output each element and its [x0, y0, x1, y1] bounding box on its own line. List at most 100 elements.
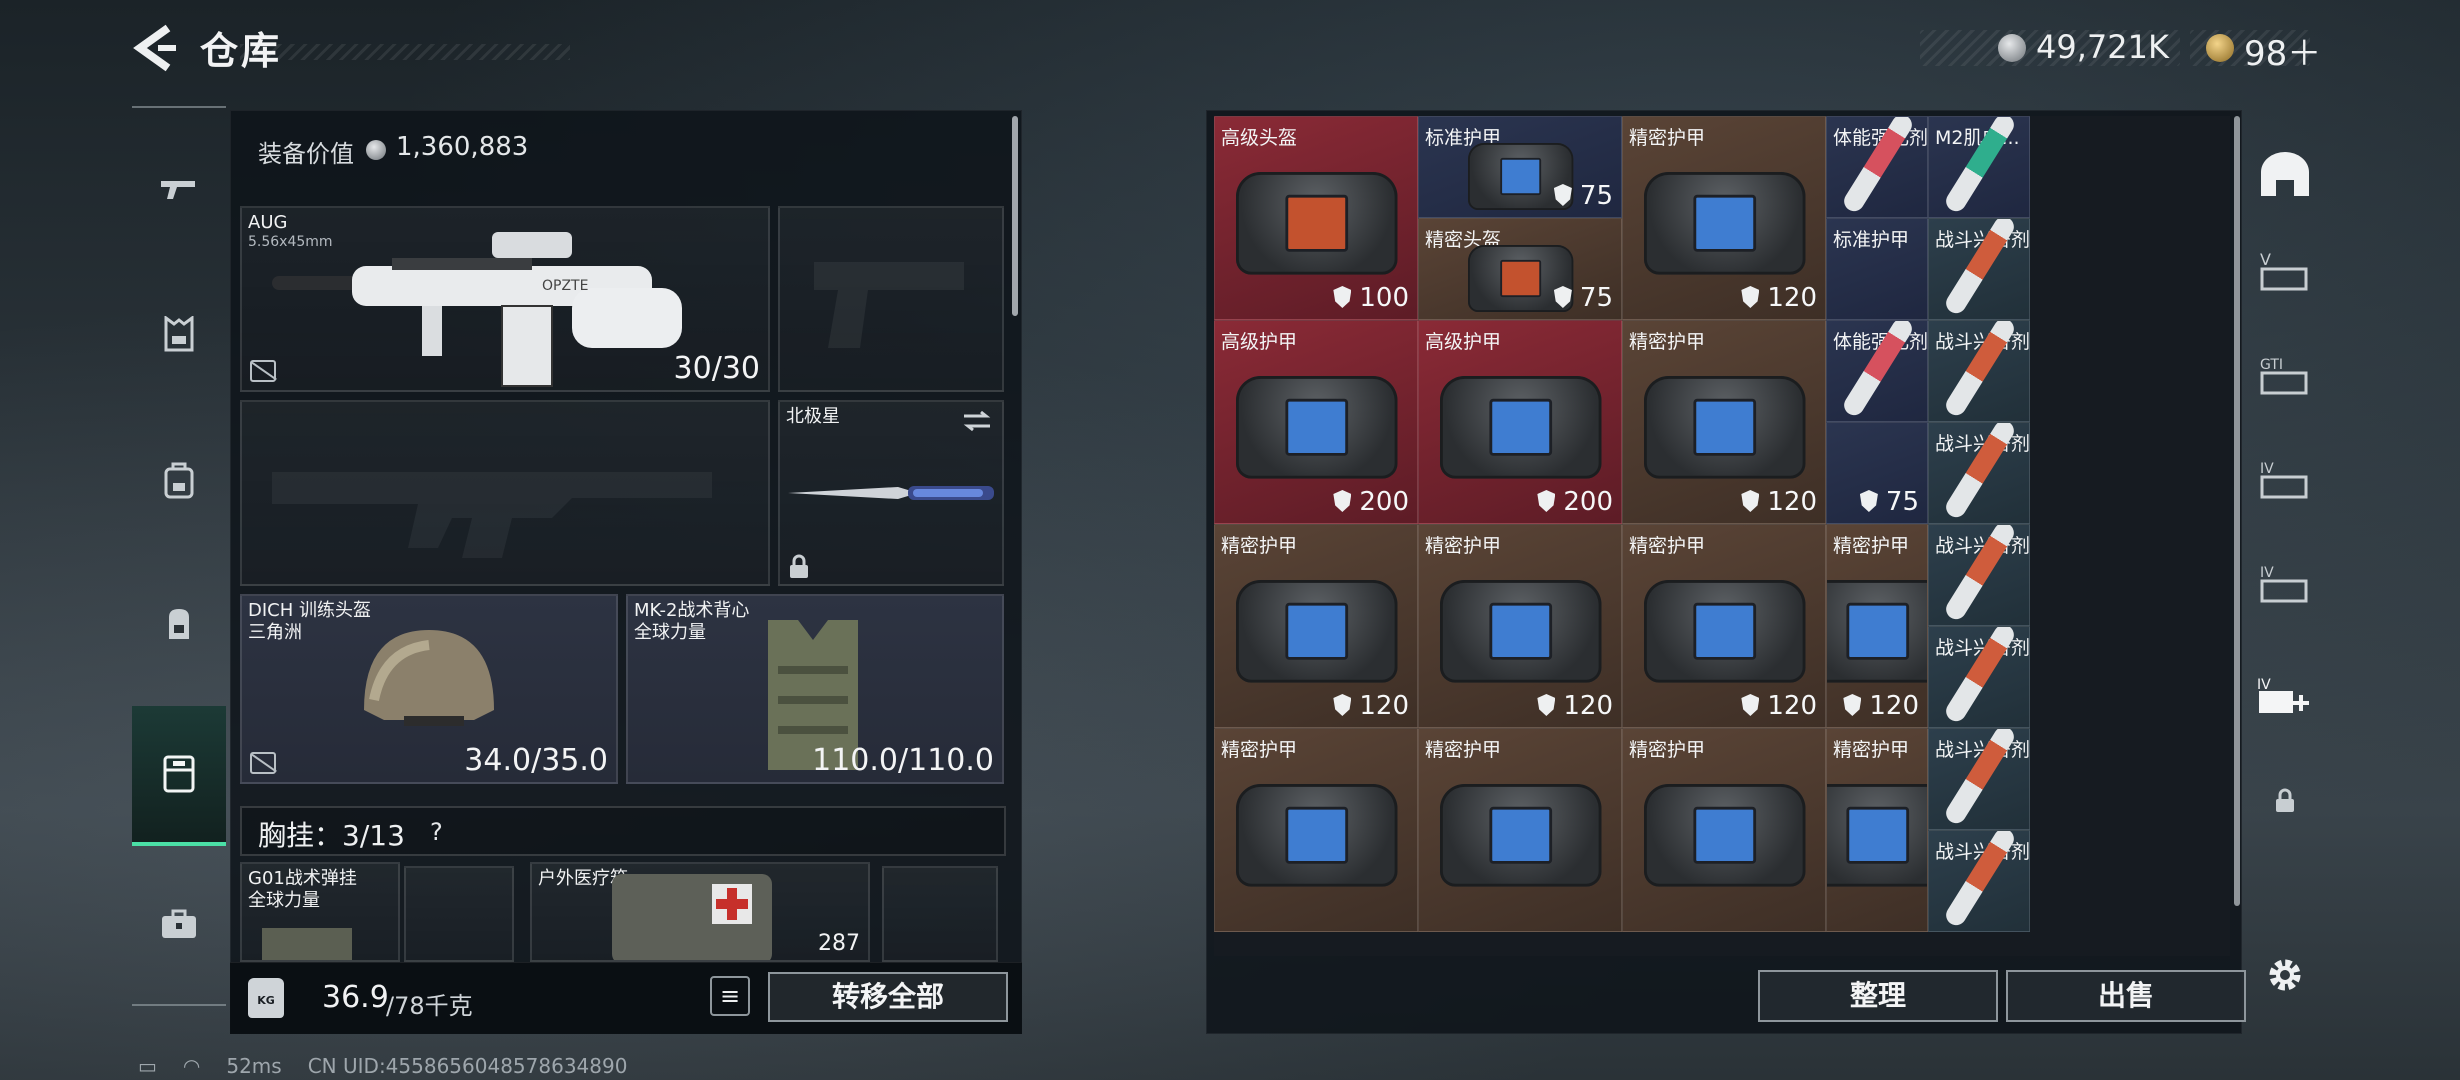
- storage-item[interactable]: 战斗兴奋剂: [1928, 218, 2030, 320]
- medkit-slot[interactable]: 户外医疗箱 287: [530, 862, 870, 962]
- shield-icon: [1333, 694, 1352, 716]
- pistol-slot-empty[interactable]: [778, 206, 1004, 392]
- storage-item[interactable]: 精密护甲 120: [1826, 524, 1928, 728]
- left-nav: [132, 106, 226, 1006]
- melee-slot[interactable]: 北极星: [778, 400, 1004, 586]
- durability-value: 75: [1885, 487, 1919, 517]
- dome-icon: [2261, 152, 2309, 196]
- storage-tab-add[interactable]: IV: [2250, 660, 2320, 730]
- armor-item-icon: [1644, 375, 1806, 479]
- briefcase-icon: [162, 909, 196, 938]
- storage-tab-v[interactable]: V: [2250, 236, 2320, 306]
- storage-item[interactable]: 体能强化剂: [1826, 116, 1928, 218]
- storage-item[interactable]: 精密护甲 120: [1622, 524, 1826, 728]
- storage-item[interactable]: 精密护甲 120: [1622, 116, 1826, 320]
- storage-item[interactable]: 精密护甲: [1418, 728, 1622, 932]
- storage-item[interactable]: 体能强化剂: [1826, 320, 1928, 422]
- chest-rig-icon: [262, 928, 352, 960]
- storage-item[interactable]: 战斗兴奋剂: [1928, 626, 2030, 728]
- armor-plate-icon: [1846, 806, 1910, 864]
- rig-empty-slot[interactable]: [882, 866, 998, 962]
- back-arrow-icon: [133, 24, 176, 72]
- storage-item[interactable]: 战斗兴奋剂: [1928, 524, 2030, 626]
- storage-tab-locked[interactable]: [2250, 766, 2320, 836]
- storage-item[interactable]: 75: [1826, 422, 1928, 524]
- helmet-slot[interactable]: DICH 训练头盔 三角洲 34.0/35.0: [240, 594, 618, 784]
- storage-tab-iv-2[interactable]: IV: [2250, 548, 2320, 618]
- storage-item[interactable]: 高级护甲 200: [1214, 320, 1418, 524]
- durability-value: 120: [1767, 487, 1817, 517]
- nav-vest[interactable]: [132, 286, 226, 382]
- item-durability: 100: [1333, 283, 1409, 313]
- armor-plate-icon: [1693, 602, 1757, 660]
- medkit-icon: [612, 874, 772, 960]
- shield-icon: [1741, 694, 1760, 716]
- weight-value: 36.9: [322, 980, 389, 1015]
- nav-weapon[interactable]: [132, 142, 226, 238]
- item-name: 精密护甲: [1221, 739, 1298, 761]
- storage-item[interactable]: 精密护甲: [1622, 728, 1826, 932]
- sort-button[interactable]: 整理: [1758, 970, 1998, 1022]
- page-title: 仓库: [200, 29, 283, 73]
- storage-item[interactable]: 战斗兴奋剂: [1928, 422, 2030, 524]
- storage-tab-main[interactable]: [2250, 140, 2320, 210]
- currency-1-value: 49,721K: [2036, 28, 2169, 66]
- weight-icon: KG: [248, 978, 284, 1018]
- nav-bag[interactable]: [132, 432, 226, 528]
- settings-button[interactable]: [2250, 940, 2320, 1010]
- rig-item-slot[interactable]: G01战术弹挂 全球力量: [240, 862, 400, 962]
- list-view-button[interactable]: ≡: [710, 976, 750, 1016]
- storage-item[interactable]: 战斗兴奋剂: [1928, 320, 2030, 422]
- item-name: 精密护甲: [1425, 535, 1502, 557]
- uid: CN UID:4558656048578634890: [307, 1054, 628, 1078]
- nav-storage[interactable]: [132, 706, 226, 846]
- primary-weapon-slot[interactable]: AUG 5.56x45mm OPZTE 30/30: [240, 206, 770, 392]
- armor-plate-icon: [1285, 194, 1349, 252]
- back-button[interactable]: [130, 22, 178, 74]
- armor-plate-icon: [1693, 806, 1757, 864]
- durability-value: 120: [1563, 691, 1613, 721]
- storage-item[interactable]: 高级护甲 200: [1418, 320, 1622, 524]
- storage-scrollbar[interactable]: [2234, 116, 2240, 906]
- armor-item-icon: [1440, 579, 1602, 683]
- equipment-scrollbar[interactable]: [1012, 116, 1018, 316]
- storage-grid: 高级头盔100标准护甲75精密头盔75精密护甲120体能强化剂M2肌肉...标准…: [1214, 116, 2230, 956]
- storage-item[interactable]: 战斗兴奋剂: [1928, 728, 2030, 830]
- armor-slot[interactable]: MK-2战术背心 全球力量 110.0/110.0: [626, 594, 1004, 784]
- sell-button[interactable]: 出售: [2006, 970, 2246, 1022]
- storage-item[interactable]: 精密护甲 120: [1418, 524, 1622, 728]
- storage-item[interactable]: M2肌肉...: [1928, 116, 2030, 218]
- storage-item[interactable]: 精密头盔 75: [1418, 218, 1622, 320]
- armor-plate-icon: [1285, 806, 1349, 864]
- durability-value: 200: [1563, 487, 1613, 517]
- nav-case[interactable]: [132, 876, 226, 972]
- storage-item[interactable]: 标准护甲 75: [1418, 116, 1622, 218]
- storage-item[interactable]: 高级头盔 100: [1214, 116, 1418, 320]
- chest-rig-label: 胸挂：3/13: [258, 819, 405, 852]
- storage-tab-iv[interactable]: IV: [2250, 444, 2320, 514]
- currency-2-value[interactable]: 98＋: [2244, 26, 2321, 75]
- shield-icon: [1537, 490, 1556, 512]
- nav-backpack[interactable]: [132, 576, 226, 672]
- medkit-count: 287: [818, 931, 860, 956]
- transfer-all-button[interactable]: 转移全部: [768, 972, 1008, 1022]
- swap-icon[interactable]: [962, 410, 992, 432]
- storage-item[interactable]: 标准护甲: [1826, 218, 1928, 320]
- shield-icon: [1859, 490, 1878, 512]
- lock-icon: [2276, 788, 2294, 812]
- storage-item[interactable]: 精密护甲: [1826, 728, 1928, 932]
- secondary-weapon-slot-empty[interactable]: [240, 400, 770, 586]
- rig-item-name: G01战术弹挂 全球力量: [248, 868, 357, 911]
- IV-storage-icon: IV: [2260, 461, 2308, 499]
- locker-icon: [163, 755, 195, 793]
- rig-empty-slot[interactable]: [404, 866, 514, 962]
- storage-item[interactable]: 精密护甲: [1214, 728, 1418, 932]
- armor-plate-icon: [1489, 602, 1553, 660]
- storage-tab-gt[interactable]: GTI: [2250, 340, 2320, 410]
- help-icon[interactable]: ?: [430, 818, 454, 846]
- storage-item[interactable]: 精密护甲 120: [1214, 524, 1418, 728]
- item-name: 精密护甲: [1629, 331, 1706, 353]
- storage-item[interactable]: 战斗兴奋剂: [1928, 830, 2030, 932]
- storage-item[interactable]: 精密护甲 120: [1622, 320, 1826, 524]
- status-bar: ▭ ◠ 52ms CN UID:4558656048578634890: [138, 1054, 653, 1078]
